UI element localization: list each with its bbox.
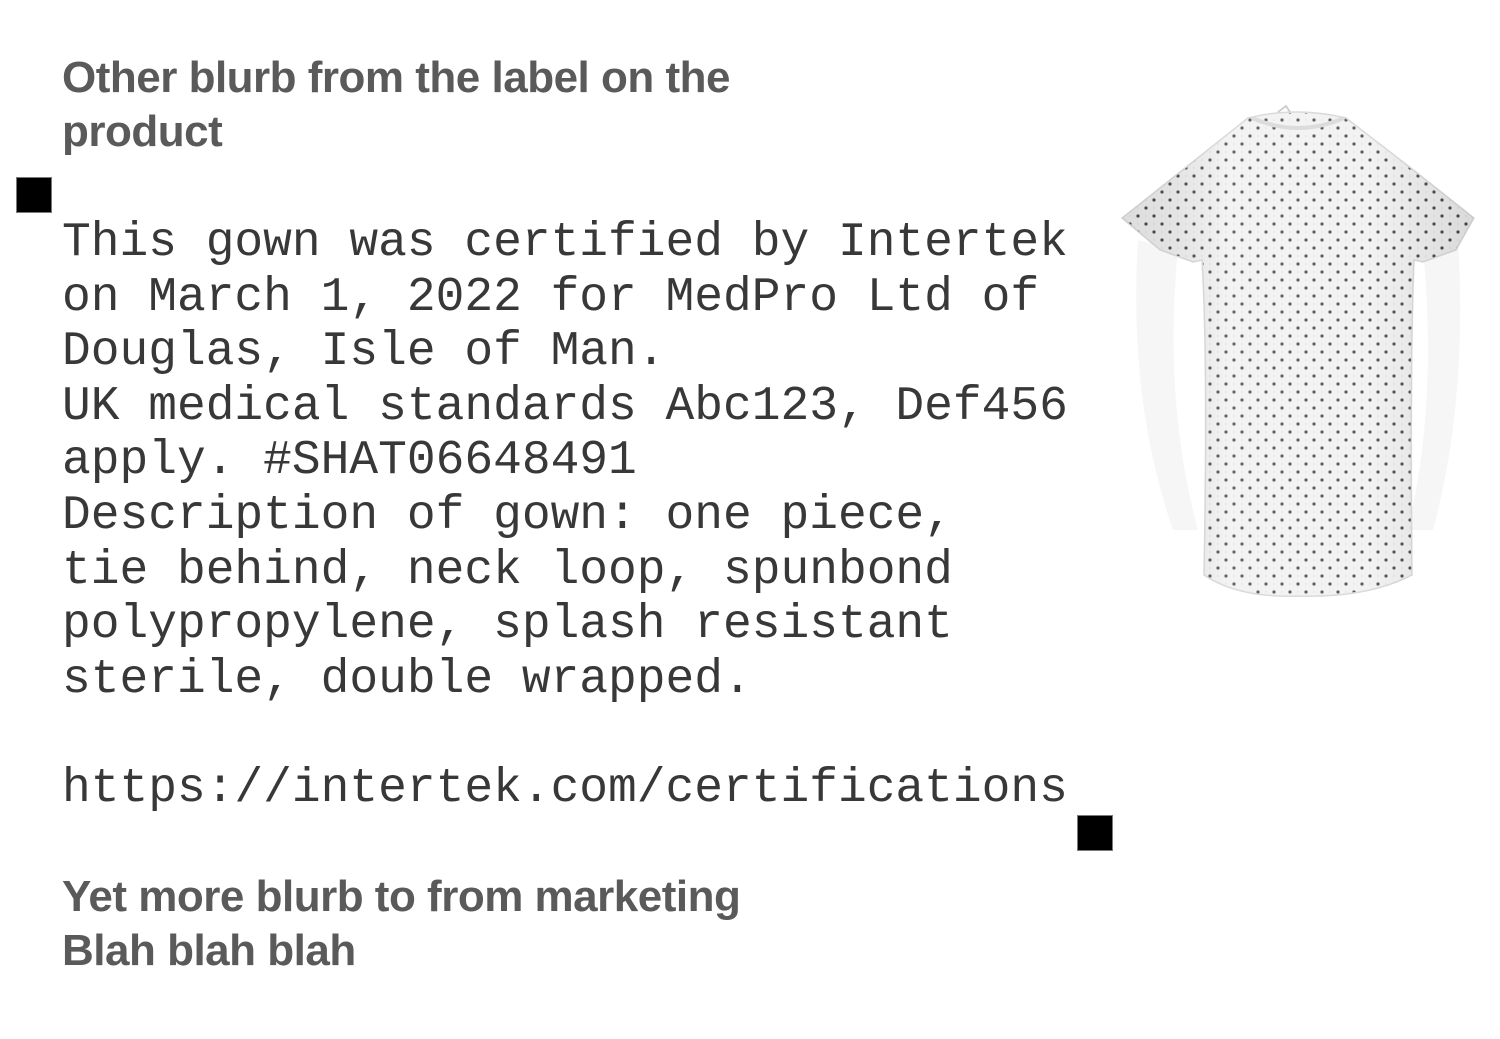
certification-url[interactable]: https://intertek.com/certifications xyxy=(62,762,1068,817)
black-square-icon xyxy=(16,177,52,213)
gown-image xyxy=(1120,104,1475,597)
certification-line: Douglas, Isle of Man. xyxy=(62,325,666,380)
certification-line: Description of gown: one piece, xyxy=(62,488,953,543)
certification-line: tie behind, neck loop, spunbond xyxy=(62,543,953,598)
certification-line: This gown was certified by Intertek xyxy=(62,216,1068,270)
certification-line: on March 1, 2022 for MedPro Ltd of xyxy=(62,270,1040,325)
certification-line: polypropylene, splash resistant xyxy=(62,598,953,653)
marketing-blurb-line-2: Blah blah blah xyxy=(62,926,356,975)
certification-text: This gown was certified by Intertek on M… xyxy=(62,216,1102,707)
label-blurb-line-1: Other blurb from the label on the xyxy=(62,53,730,102)
marketing-blurb-line-1: Yet more blurb to from marketing xyxy=(62,872,741,921)
marketing-blurb-heading: Yet more blurb to from marketing Blah bl… xyxy=(62,870,962,978)
certification-url-text[interactable]: https://intertek.com/certifications xyxy=(62,762,1068,817)
black-square-icon xyxy=(1077,815,1113,851)
certification-line: apply. #SHAT06648491 xyxy=(62,434,637,489)
label-blurb-heading: Other blurb from the label on the produc… xyxy=(62,51,822,159)
label-blurb-line-2: product xyxy=(62,107,223,156)
certification-line: sterile, double wrapped. xyxy=(62,652,752,707)
certification-line: UK medical standards Abc123, Def456 xyxy=(62,379,1068,434)
